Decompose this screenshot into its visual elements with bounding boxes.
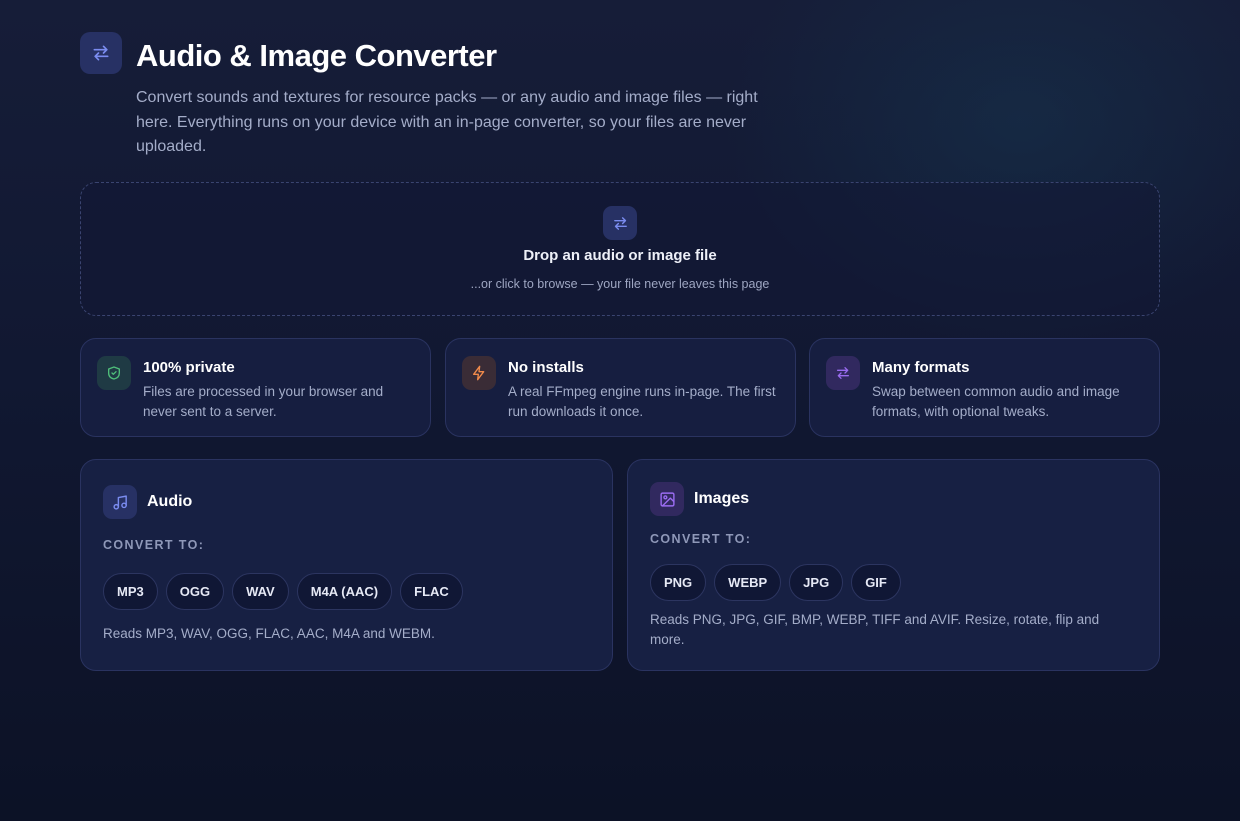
format-chip-mp3[interactable]: MP3 (103, 573, 158, 610)
feature-title: No installs (508, 359, 584, 376)
feature-description: A real FFmpeg engine runs in-page. The f… (508, 384, 776, 419)
swap-arrows-icon (603, 206, 637, 240)
lightning-icon (462, 356, 496, 390)
images-supported-note: Reads PNG, JPG, GIF, BMP, WEBP, TIFF and… (650, 612, 1100, 647)
swap-arrows-icon (80, 32, 122, 74)
feature-description: Swap between common audio and image form… (872, 384, 1120, 419)
images-panel-title: Images (694, 490, 750, 507)
format-chip-jpg[interactable]: JPG (789, 564, 844, 601)
images-convert-label: CONVERT TO: (650, 532, 752, 546)
format-chip-wav[interactable]: WAV (232, 573, 289, 610)
images-format-list: PNG WEBP JPG GIF (650, 564, 901, 601)
dropzone-subtitle: ...or click to browse — your file never … (470, 277, 770, 291)
feature-title: 100% private (143, 359, 235, 376)
swap-arrows-icon (826, 356, 860, 390)
shield-check-icon (97, 356, 131, 390)
format-chip-gif[interactable]: GIF (851, 564, 901, 601)
music-note-icon (103, 485, 137, 519)
feature-title: Many formats (872, 359, 970, 376)
format-chip-webp[interactable]: WEBP (714, 564, 782, 601)
audio-format-list: MP3 OGG WAV M4A (AAC) FLAC (103, 573, 463, 610)
feature-card-private: 100% private Files are processed in your… (80, 338, 431, 437)
format-chip-flac[interactable]: FLAC (400, 573, 463, 610)
feature-description: Files are processed in your browser and … (143, 384, 384, 419)
format-chip-ogg[interactable]: OGG (165, 573, 225, 610)
feature-card-many-formats: Many formats Swap between common audio a… (809, 338, 1160, 437)
feature-card-no-installs: No installs A real FFmpeg engine runs in… (445, 338, 796, 437)
images-panel: Images CONVERT TO: PNG WEBP JPG GIF Read… (627, 459, 1160, 671)
file-dropzone[interactable]: Drop an audio or image file ...or click … (80, 182, 1160, 316)
dropzone-title: Drop an audio or image file (523, 247, 717, 264)
audio-convert-label: CONVERT TO: (103, 538, 205, 552)
audio-supported-note: Reads MP3, WAV, OGG, FLAC, AAC, M4A and … (103, 626, 435, 641)
format-chip-m4a[interactable]: M4A (AAC) (296, 573, 393, 610)
audio-panel: Audio CONVERT TO: MP3 OGG WAV M4A (AAC) … (80, 459, 613, 671)
image-icon (650, 482, 684, 516)
audio-panel-title: Audio (147, 493, 193, 510)
page-subtitle: Convert sounds and textures for resource… (136, 89, 758, 155)
page-title: Audio & Image Converter (136, 38, 497, 73)
format-chip-png[interactable]: PNG (650, 564, 707, 601)
